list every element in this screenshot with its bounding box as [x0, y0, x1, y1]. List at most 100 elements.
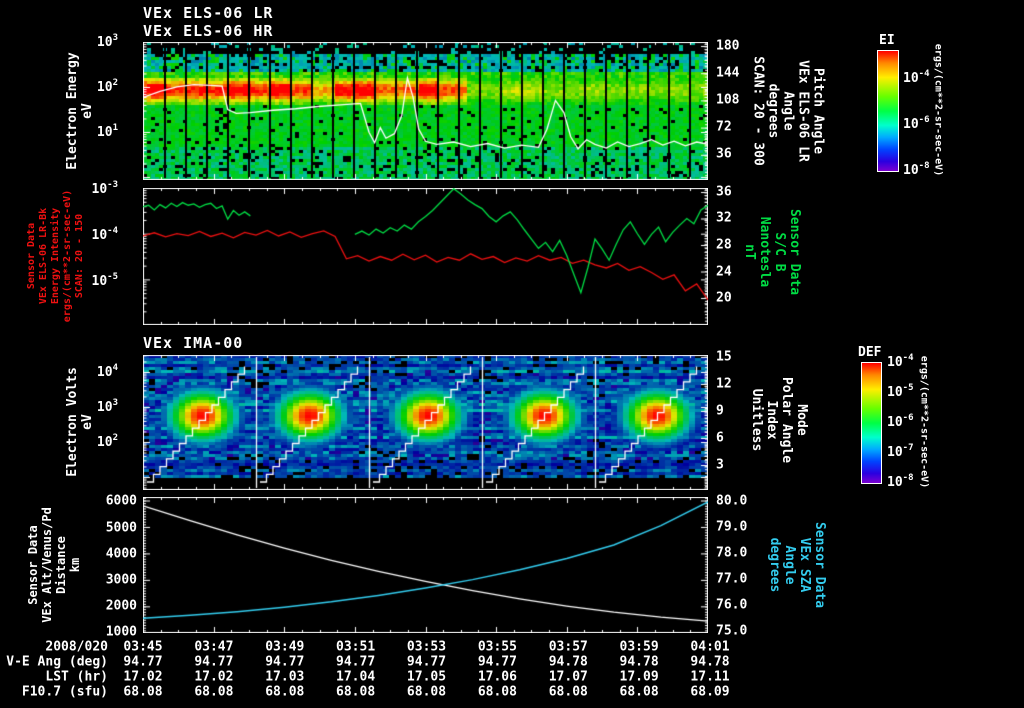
sza-axis-label: Sensor Data VEx SZA Angle degrees: [767, 521, 827, 609]
table-cell: 17.05: [406, 669, 447, 685]
axis-tick-label: 75.0: [716, 623, 748, 639]
altitude-sza-canvas: [143, 497, 708, 633]
axis-tick-label: 2000: [105, 598, 137, 614]
axis-tick-label: 80.0: [716, 493, 748, 509]
axis-tick-label: 36: [716, 146, 732, 162]
axis-tick-label: 10-3: [91, 179, 119, 198]
table-row-label: LST (hr): [45, 669, 108, 685]
axis-tick-label: 36: [716, 184, 732, 200]
table-row-label: 2008/020: [45, 639, 108, 655]
axis-tick-label: 20: [716, 290, 732, 306]
ei-colorbar-units: ergs/(cm**2-sr-sec-eV): [932, 43, 944, 177]
table-cell: 17.09: [619, 669, 659, 685]
table-cell: 04:01: [690, 639, 730, 655]
ei-colorbar: [877, 50, 899, 172]
panel-title: VEx ELS-06 LR: [143, 4, 274, 22]
axis-tick-label: 9: [716, 403, 724, 419]
table-cell: 17.02: [123, 669, 163, 685]
table-cell: 03:53: [406, 639, 447, 655]
axis-tick-label: 10-4: [91, 225, 119, 244]
table-cell: 03:59: [619, 639, 659, 655]
els-pitch-axis-label: Pitch Angle VEx ELS-06 LR Angle degrees …: [750, 56, 826, 166]
def-colorbar-title: DEF: [858, 345, 882, 360]
axis-tick-label: 10-6: [903, 114, 930, 133]
table-cell: 03:51: [336, 639, 376, 655]
table-cell: 68.08: [619, 684, 659, 700]
altitude-axis-label: Sensor Data VEx Alt/Venus/Pd Distance km: [26, 507, 82, 623]
axis-tick-label: 4000: [105, 546, 137, 562]
axis-tick-label: 78.0: [716, 545, 748, 561]
axis-tick-label: 32: [716, 210, 732, 226]
panel-title: VEx IMA-00: [143, 334, 244, 352]
axis-tick-label: 108: [716, 92, 740, 108]
axis-tick-label: 15: [716, 349, 732, 365]
table-cell: 68.08: [477, 684, 517, 700]
table-cell: 17.02: [194, 669, 234, 685]
table-cell: 68.08: [336, 684, 376, 700]
table-cell: 03:49: [265, 639, 305, 655]
table-cell: 17.04: [336, 669, 376, 685]
ima-mode-axis-label: Mode Polar Angle Index Unitless: [749, 376, 809, 464]
bfield-right-axis-label: Sensor Data S/C B Nanotesla nT: [742, 208, 802, 296]
bfield-line-canvas: [143, 188, 708, 325]
table-cell: 94.78: [619, 654, 659, 670]
table-cell: 17.06: [477, 669, 517, 685]
table-cell: 03:57: [548, 639, 588, 655]
table-cell: 94.78: [690, 654, 730, 670]
axis-tick-label: 101: [96, 122, 118, 141]
table-cell: 03:47: [194, 639, 234, 655]
def-colorbar: [861, 362, 882, 484]
table-row-label: F10.7 (sfu): [21, 684, 108, 700]
table-cell: 17.07: [548, 669, 588, 685]
axis-tick-label: 144: [716, 65, 740, 81]
table-cell: 03:55: [477, 639, 517, 655]
table-cell: 94.77: [336, 654, 376, 670]
table-cell: 68.08: [265, 684, 305, 700]
axis-tick-label: 10-7: [887, 442, 914, 461]
bfield-left-axis-label: Sensor Data VEx ELS-06 LR-Bk Energy Inte…: [26, 189, 85, 323]
els-energy-axis-label: Electron Energy eV: [65, 52, 95, 170]
axis-tick-label: 79.0: [716, 519, 748, 535]
axis-tick-label: 10-5: [887, 382, 914, 401]
axis-tick-label: 6: [716, 430, 724, 446]
axis-tick-label: 104: [96, 362, 118, 381]
axis-tick-label: 1000: [105, 624, 137, 640]
axis-tick-label: 77.0: [716, 571, 748, 587]
ima-energy-axis-label: Electron Volts eV: [65, 367, 95, 477]
table-cell: 94.77: [477, 654, 517, 670]
axis-tick-label: 10-8: [903, 160, 930, 179]
axis-tick-label: 76.0: [716, 597, 748, 613]
table-cell: 17.11: [690, 669, 730, 685]
table-cell: 94.77: [194, 654, 234, 670]
axis-tick-label: 24: [716, 264, 732, 280]
table-cell: 94.78: [548, 654, 588, 670]
axis-tick-label: 6000: [105, 493, 137, 509]
cdaweb-plot-page: VEx ELS-06 LR VEx ELS-06 HR VEx IMA-00 E…: [0, 0, 1024, 708]
axis-tick-label: 5000: [105, 520, 137, 536]
axis-tick-label: 10-6: [887, 412, 914, 431]
axis-tick-label: 103: [96, 397, 118, 416]
table-cell: 03:45: [123, 639, 163, 655]
axis-tick-label: 10-4: [887, 352, 914, 371]
axis-tick-label: 10-8: [887, 472, 914, 491]
table-cell: 17.03: [265, 669, 305, 685]
def-colorbar-units: ergs/(cm**2-sr-sec-eV): [918, 355, 930, 489]
table-cell: 68.08: [123, 684, 163, 700]
axis-tick-label: 103: [96, 32, 118, 51]
axis-tick-label: 102: [96, 432, 118, 451]
table-cell: 68.08: [194, 684, 234, 700]
table-cell: 68.08: [406, 684, 447, 700]
table-row-label: V-E Ang (deg): [6, 654, 108, 670]
axis-tick-label: 3000: [105, 572, 137, 588]
els-spectrogram-canvas: [143, 42, 708, 180]
table-cell: 94.77: [123, 654, 163, 670]
axis-tick-label: 12: [716, 376, 732, 392]
axis-tick-label: 102: [96, 77, 118, 96]
panel-title: VEx ELS-06 HR: [143, 22, 274, 40]
axis-tick-label: 72: [716, 119, 732, 135]
table-cell: 94.77: [265, 654, 305, 670]
table-cell: 94.77: [406, 654, 447, 670]
ima-spectrogram-canvas: [143, 355, 708, 490]
axis-tick-label: 180: [716, 38, 740, 54]
axis-tick-label: 10-5: [91, 271, 119, 290]
